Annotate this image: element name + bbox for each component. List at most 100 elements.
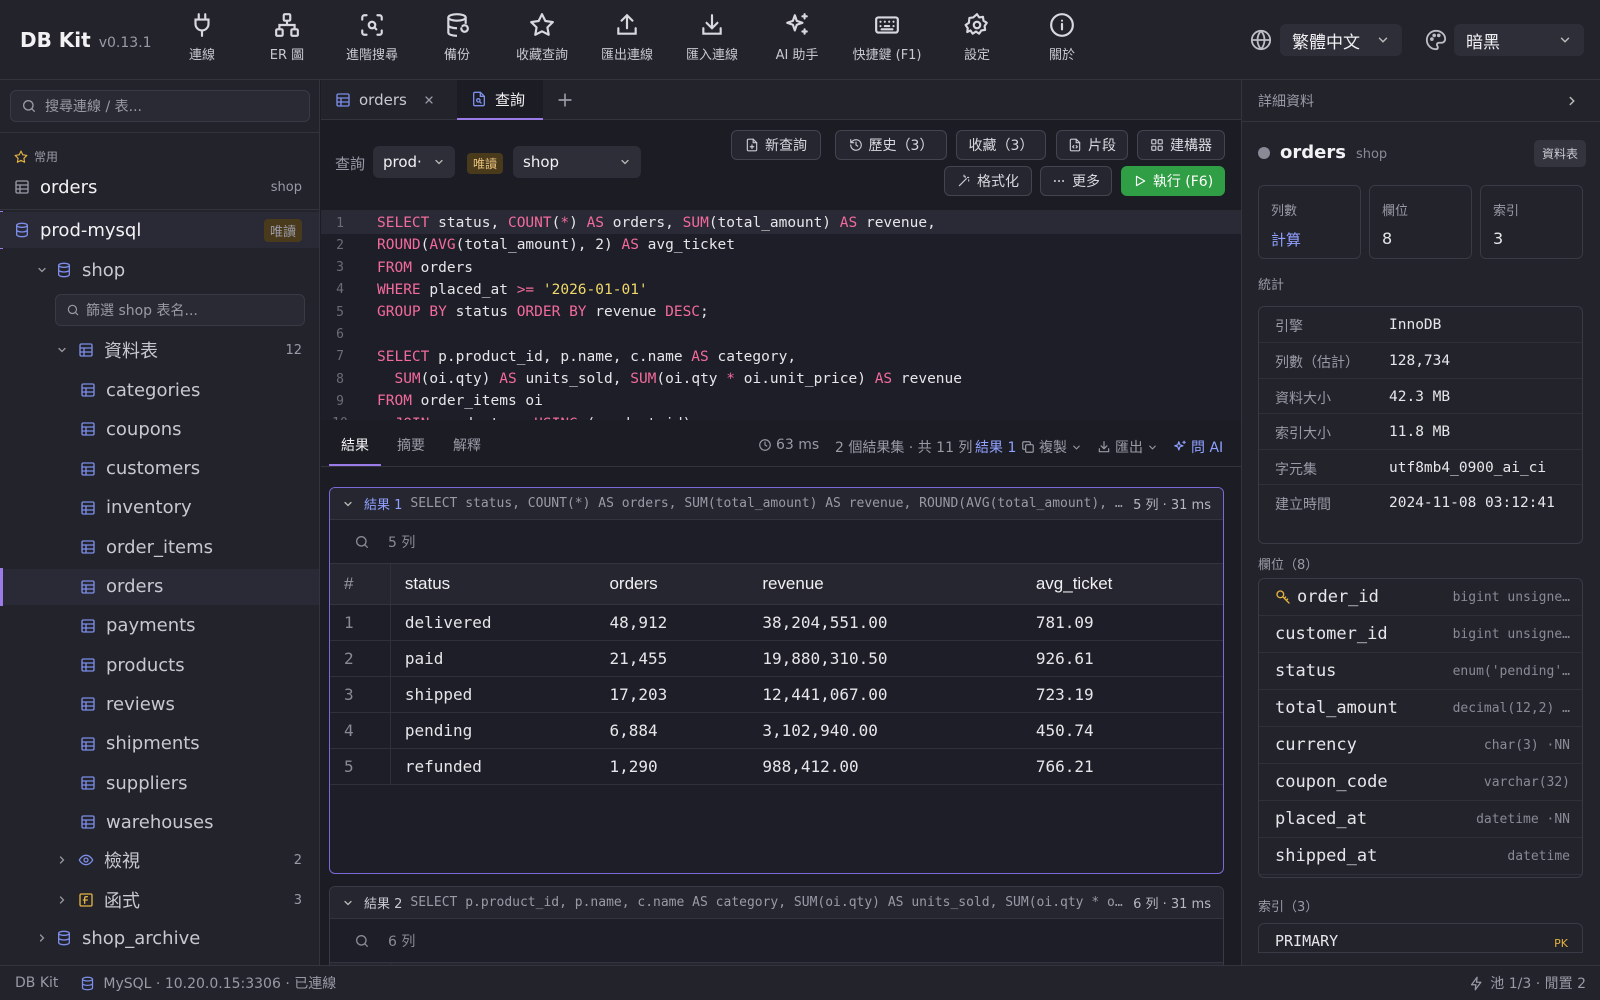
table-cell[interactable]: 5 xyxy=(330,748,391,785)
export-dropdown[interactable]: 匯出 xyxy=(1097,437,1158,457)
code-line[interactable]: 9 FROM order_items oi xyxy=(321,390,1241,412)
table-cell[interactable]: delivered xyxy=(390,604,596,641)
active-result-label[interactable]: 結果 1 xyxy=(975,437,1016,457)
result-tab-explain[interactable]: 解釋 xyxy=(453,435,481,455)
sidebar-table-coupons[interactable]: coupons xyxy=(0,411,319,447)
connection-item-prod-mysql[interactable]: prod-mysql 唯讀 xyxy=(0,212,319,248)
table-cell[interactable]: 19,880,310.50 xyxy=(748,640,1022,677)
table-cell[interactable]: 988,412.00 xyxy=(748,748,1022,785)
table-cell[interactable]: 17,203 xyxy=(595,676,749,713)
database-select[interactable]: shop xyxy=(513,146,641,178)
theme-select[interactable]: 暗黑 xyxy=(1454,24,1584,56)
toolbar-about-button[interactable]: 關於 xyxy=(1020,12,1104,68)
code-line[interactable]: 3 FROM orders xyxy=(321,257,1241,279)
table-cell[interactable]: 926.61 xyxy=(1021,640,1223,677)
table-cell[interactable]: 723.19 xyxy=(1021,676,1223,713)
views-group[interactable]: 檢視 2 xyxy=(0,842,319,878)
table-cell[interactable]: 6,884 xyxy=(595,712,749,749)
run-query-button[interactable]: 執行 (F6) xyxy=(1121,166,1225,196)
table-cell[interactable]: 3,102,940.00 xyxy=(748,712,1022,749)
table-row[interactable]: 2 paid 21,455 19,880,310.50 926.61 xyxy=(330,640,1223,677)
column-item-customer-id[interactable]: customer_id bigint unsigne… xyxy=(1259,616,1582,653)
more-button[interactable]: 更多 xyxy=(1040,166,1112,196)
table-cell[interactable]: 48,912 xyxy=(595,604,749,641)
sql-editor[interactable]: 1 SELECT status, COUNT(*) AS orders, SUM(… xyxy=(321,210,1241,420)
table-cell[interactable]: 766.21 xyxy=(1021,748,1223,785)
sidebar-table-payments[interactable]: payments xyxy=(0,608,319,644)
sidebar-table-categories[interactable]: categories xyxy=(0,372,319,408)
toolbar-advanced-search-button[interactable]: 進階搜尋 xyxy=(330,12,414,68)
saved-queries-button[interactable]: 收藏（3） xyxy=(956,130,1046,160)
table-cell[interactable]: pending xyxy=(390,712,596,749)
column-header[interactable]: avg_ticket xyxy=(1021,564,1223,605)
history-button[interactable]: 歷史（3） xyxy=(835,130,947,160)
column-item-shipped-at[interactable]: shipped_at datetime xyxy=(1259,838,1582,875)
sidebar-table-orders[interactable]: orders xyxy=(0,568,319,605)
snippets-button[interactable]: 片段 xyxy=(1056,130,1128,160)
column-item-order-id[interactable]: order_id bigint unsigne… xyxy=(1259,579,1582,616)
column-header[interactable]: # xyxy=(330,564,391,605)
property-value[interactable]: utf8mb4_0900_ai_ci xyxy=(1389,450,1582,478)
copy-dropdown[interactable]: 複製 xyxy=(1021,437,1082,457)
toolbar-shortcuts-button[interactable]: 快捷鍵 (F1) xyxy=(845,12,929,68)
sidebar-table-warehouses[interactable]: warehouses xyxy=(0,804,319,840)
code-line[interactable]: 10 JOIN products p USING (product_id) xyxy=(321,413,1241,420)
table-cell[interactable]: 3 xyxy=(330,676,391,713)
new-query-button[interactable]: 新查詢 xyxy=(731,130,821,160)
toolbar-export-connections-button[interactable]: 匯出連線 xyxy=(585,12,669,68)
toolbar-ai-assistant-button[interactable]: AI 助手 xyxy=(755,12,839,68)
toolbar-settings-button[interactable]: 設定 xyxy=(935,12,1019,68)
chevron-right-icon[interactable] xyxy=(1565,94,1579,108)
table-cell[interactable]: 781.09 xyxy=(1021,604,1223,641)
toolbar-connect-button[interactable]: 連線 xyxy=(160,12,244,68)
result-filter-input[interactable]: 5 列 xyxy=(330,520,1223,564)
table-cell[interactable]: refunded xyxy=(390,748,596,785)
table-filter-input[interactable]: 篩選 shop 表名... xyxy=(55,294,305,326)
sidebar-search-input[interactable]: 搜尋連線 / 表... xyxy=(10,90,310,122)
table-cell[interactable]: 2 xyxy=(330,640,391,677)
functions-group[interactable]: 函式 3 xyxy=(0,882,319,918)
toolbar-backup-button[interactable]: 備份 xyxy=(415,12,499,68)
property-value[interactable]: InnoDB xyxy=(1389,307,1582,335)
table-row[interactable]: 4 pending 6,884 3,102,940.00 450.74 xyxy=(330,712,1223,749)
table-cell[interactable]: 1 xyxy=(330,604,391,641)
connection-select[interactable]: prod· xyxy=(373,146,455,178)
tab-query[interactable]: 查詢 xyxy=(457,80,543,120)
compute-row-count-link[interactable]: 計算 xyxy=(1271,229,1348,250)
database-item-shop-archive[interactable]: shop_archive xyxy=(0,920,319,956)
property-value[interactable]: 2024-11-08 03:12:41 xyxy=(1389,485,1582,513)
column-header[interactable]: status xyxy=(390,564,596,605)
toolbar-import-connections-button[interactable]: 匯入連線 xyxy=(670,12,754,68)
sidebar-table-suppliers[interactable]: suppliers xyxy=(0,765,319,801)
result-tab-results[interactable]: 結果 xyxy=(341,435,369,455)
toolbar-er-diagram-button[interactable]: ER 圖 xyxy=(245,12,329,68)
property-value[interactable]: 128,734 xyxy=(1389,343,1582,371)
format-button[interactable]: 格式化 xyxy=(944,166,1032,196)
table-cell[interactable]: 38,204,551.00 xyxy=(748,604,1022,641)
column-header[interactable]: orders xyxy=(595,564,749,605)
code-line[interactable]: 8 SUM(oi.qty) AS units_sold, SUM(oi.qty … xyxy=(321,368,1241,390)
index-item-primary[interactable]: PRIMARY PK xyxy=(1258,923,1583,953)
sidebar-table-order-items[interactable]: order_items xyxy=(0,529,319,565)
table-cell[interactable]: shipped xyxy=(390,676,596,713)
toolbar-saved-queries-button[interactable]: 收藏查詢 xyxy=(500,12,584,68)
add-tab-icon[interactable] xyxy=(555,90,575,110)
tables-group[interactable]: 資料表 12 xyxy=(0,332,319,368)
sidebar-table-customers[interactable]: customers xyxy=(0,451,319,487)
sidebar-table-reviews[interactable]: reviews xyxy=(0,686,319,722)
result-tab-summary[interactable]: 摘要 xyxy=(397,435,425,455)
sidebar-table-inventory[interactable]: inventory xyxy=(0,490,319,526)
column-item-status[interactable]: status enum('pending'… xyxy=(1259,653,1582,690)
code-line[interactable]: 6 xyxy=(321,324,1241,346)
property-value[interactable]: 42.3 MB xyxy=(1389,379,1582,407)
table-cell[interactable]: 12,441,067.00 xyxy=(748,676,1022,713)
sidebar-table-shipments[interactable]: shipments xyxy=(0,726,319,762)
result-set-header[interactable]: 結果 1 SELECT status, COUNT(*) AS orders, … xyxy=(330,488,1223,520)
table-cell[interactable]: paid xyxy=(390,640,596,677)
database-item-shop[interactable]: shop xyxy=(0,252,319,288)
column-item-currency[interactable]: currency char(3) ·NN xyxy=(1259,727,1582,764)
column-item-placed-at[interactable]: placed_at datetime ·NN xyxy=(1259,801,1582,838)
code-line[interactable]: 1 SELECT status, COUNT(*) AS orders, SUM(… xyxy=(321,212,1241,234)
property-value[interactable]: 11.8 MB xyxy=(1389,414,1582,442)
result-set-header[interactable]: 結果 2 SELECT p.product_id, p.name, c.name… xyxy=(330,887,1223,919)
